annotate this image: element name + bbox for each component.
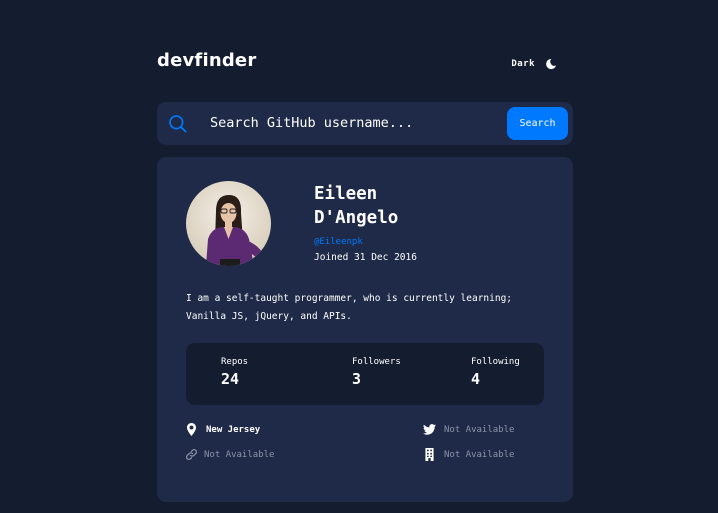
location-item: New Jersey	[185, 423, 260, 436]
profile-bio: I am a self-taught programmer, who is cu…	[186, 293, 513, 322]
stat-value: 24	[221, 370, 240, 388]
profile-card: Eileen D'Angelo @Eileenpk Joined 31 Dec …	[157, 157, 573, 502]
search-bar: Search	[157, 102, 573, 145]
app-logo: devfinder	[157, 50, 257, 71]
twitter-text: Not Available	[444, 424, 515, 435]
stat-repos: Repos 24	[221, 357, 248, 388]
search-input[interactable]	[210, 112, 500, 134]
company-text: Not Available	[444, 449, 515, 460]
stat-label: Followers	[352, 357, 401, 367]
moon-icon	[546, 58, 557, 70]
blog-text: Not Available	[204, 449, 275, 460]
twitter-item: Not Available	[423, 423, 514, 436]
search-button[interactable]: Search	[507, 107, 568, 140]
profile-login-link[interactable]: @Eileenpk	[314, 237, 363, 247]
blog-item: Not Available	[185, 448, 274, 461]
link-icon	[186, 449, 197, 460]
theme-toggle[interactable]: Dark	[511, 58, 557, 70]
stat-value: 3	[352, 370, 362, 388]
location-pin-icon	[186, 423, 197, 436]
company-item: Not Available	[423, 448, 514, 461]
profile-joined-date: Joined 31 Dec 2016	[314, 252, 417, 263]
stats-panel: Repos 24 Followers 3 Following 4	[186, 343, 544, 405]
location-text: New Jersey	[206, 424, 261, 435]
stat-followers: Followers 3	[352, 357, 401, 388]
stat-label: Following	[471, 357, 520, 367]
search-icon	[169, 115, 187, 133]
stat-following: Following 4	[471, 357, 520, 388]
header: devfinder Dark	[157, 50, 573, 76]
profile-name: Eileen D'Angelo	[314, 184, 399, 228]
twitter-icon	[423, 424, 436, 435]
avatar	[186, 181, 271, 266]
building-icon	[425, 448, 434, 461]
theme-toggle-label: Dark	[511, 59, 535, 69]
stat-label: Repos	[221, 357, 249, 367]
stat-value: 4	[471, 370, 481, 388]
